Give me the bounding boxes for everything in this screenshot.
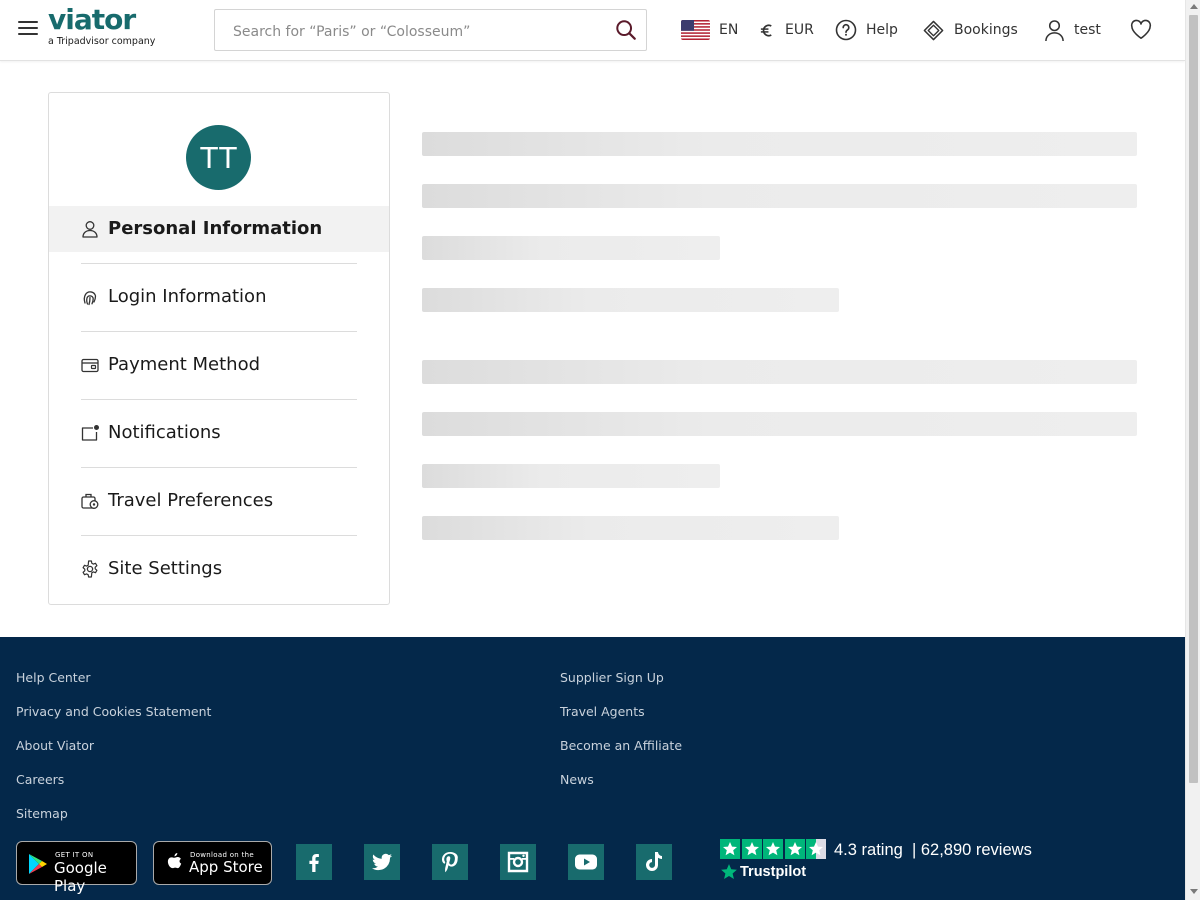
divider xyxy=(81,535,357,536)
hamburger-menu-icon[interactable] xyxy=(18,21,38,37)
star-icon xyxy=(784,839,805,859)
menu-label: Site Settings xyxy=(108,558,223,579)
scroll-down-arrow-icon[interactable] xyxy=(1190,889,1198,894)
language-label: EN xyxy=(719,22,739,38)
divider xyxy=(81,263,357,264)
fingerprint-icon xyxy=(83,291,97,306)
trustpilot-star-icon xyxy=(721,864,737,879)
footer-link-news[interactable]: News xyxy=(560,772,594,787)
divider xyxy=(81,467,357,468)
menu-payment-method[interactable]: Payment Method xyxy=(49,342,389,389)
google-play-big-text: Google Play xyxy=(54,859,107,895)
instagram-icon[interactable] xyxy=(500,844,536,880)
twitter-icon[interactable] xyxy=(364,844,400,880)
bookings-label: Bookings xyxy=(954,22,1018,38)
menu-label: Payment Method xyxy=(108,354,261,375)
skeleton-line xyxy=(422,236,720,260)
language-selector[interactable]: EN xyxy=(681,0,738,60)
footer-link-affiliate[interactable]: Become an Affiliate xyxy=(560,738,682,753)
tiktok-icon[interactable] xyxy=(636,844,672,880)
help-label: Help xyxy=(866,22,898,38)
app-store-button[interactable]: Download on the App Store xyxy=(153,841,272,885)
logo-wordmark: viator xyxy=(48,3,136,36)
trustpilot-logo[interactable]: Trustpilot xyxy=(720,863,806,881)
facebook-icon[interactable] xyxy=(296,844,332,880)
page-scrollbar[interactable] xyxy=(1185,0,1200,900)
wallet-icon xyxy=(81,358,99,373)
scrollbar-thumb[interactable] xyxy=(1189,15,1198,783)
skeleton-line xyxy=(422,464,720,488)
search-icon[interactable] xyxy=(615,19,637,41)
ticket-icon xyxy=(923,20,944,40)
logo-tagline: a Tripadvisor company xyxy=(48,36,156,47)
apple-icon xyxy=(167,853,182,869)
luggage-icon xyxy=(81,493,99,509)
divider xyxy=(81,331,357,332)
wishlist-heart-icon[interactable] xyxy=(1130,19,1152,40)
menu-login-information[interactable]: Login Information xyxy=(49,274,389,321)
youtube-icon[interactable] xyxy=(568,844,604,880)
trustpilot-rating-text: 4.3 rating | 62,890 reviews xyxy=(834,841,1032,860)
footer-link-privacy[interactable]: Privacy and Cookies Statement xyxy=(16,704,211,719)
google-play-icon xyxy=(29,854,47,874)
site-header: viator a Tripadvisor company EN EUR xyxy=(0,0,1185,61)
currency-selector[interactable]: EUR xyxy=(759,0,814,60)
rating-value: 4.3 rating xyxy=(834,841,903,859)
google-play-button[interactable]: GET IT ON Google Play xyxy=(16,841,137,895)
footer-link-careers[interactable]: Careers xyxy=(16,772,64,787)
skeleton-line xyxy=(422,516,839,540)
user-icon xyxy=(1045,19,1064,41)
help-icon xyxy=(835,19,857,41)
footer-link-sitemap[interactable]: Sitemap xyxy=(16,806,68,821)
skeleton-line xyxy=(422,360,1137,384)
avatar[interactable]: TT xyxy=(186,125,251,190)
footer-link-supplier-signup[interactable]: Supplier Sign Up xyxy=(560,670,664,685)
menu-label: Login Information xyxy=(108,286,267,307)
skeleton-line xyxy=(422,288,839,312)
menu-notifications[interactable]: Notifications xyxy=(49,410,389,457)
star-icon xyxy=(741,839,762,859)
notification-icon xyxy=(81,425,99,441)
footer-link-help-center[interactable]: Help Center xyxy=(16,670,91,685)
viator-logo[interactable]: viator a Tripadvisor company xyxy=(48,3,156,48)
skeleton-line xyxy=(422,184,1137,208)
skeleton-line xyxy=(422,132,1137,156)
reviews-count: | 62,890 reviews xyxy=(911,841,1032,859)
menu-label: Personal Information xyxy=(108,218,323,239)
us-flag-icon xyxy=(681,20,710,40)
person-icon xyxy=(82,221,98,238)
divider xyxy=(81,399,357,400)
app-store-big-text: App Store xyxy=(189,858,263,876)
menu-label: Notifications xyxy=(108,422,221,443)
skeleton-line xyxy=(422,412,1137,436)
menu-travel-preferences[interactable]: Travel Preferences xyxy=(49,478,389,525)
scroll-up-arrow-icon[interactable] xyxy=(1190,4,1198,9)
google-play-small-text: GET IT ON xyxy=(55,851,94,859)
search-input[interactable] xyxy=(231,20,605,44)
euro-icon xyxy=(760,24,772,36)
menu-label: Travel Preferences xyxy=(108,490,274,511)
profile-sidebar: TT Personal Information Login Informatio… xyxy=(48,92,390,605)
star-icon xyxy=(763,839,783,859)
gear-icon xyxy=(82,560,98,578)
user-name: test xyxy=(1074,22,1101,38)
pinterest-icon[interactable] xyxy=(432,844,468,880)
site-footer: Help Center Privacy and Cookies Statemen… xyxy=(0,637,1185,900)
footer-link-about[interactable]: About Viator xyxy=(16,738,94,753)
help-link[interactable]: Help xyxy=(835,0,898,60)
menu-site-settings[interactable]: Site Settings xyxy=(49,546,389,593)
currency-label: EUR xyxy=(785,22,814,38)
star-icon xyxy=(720,839,740,859)
account-menu[interactable]: test xyxy=(1044,0,1101,60)
half-star-icon xyxy=(806,839,826,859)
footer-link-travel-agents[interactable]: Travel Agents xyxy=(560,704,645,719)
menu-personal-information[interactable]: Personal Information xyxy=(49,206,389,252)
bookings-link[interactable]: Bookings xyxy=(922,0,1018,60)
search-box xyxy=(214,9,647,51)
trustpilot-brand-text: Trustpilot xyxy=(740,864,807,880)
trustpilot-stars[interactable] xyxy=(720,839,828,859)
